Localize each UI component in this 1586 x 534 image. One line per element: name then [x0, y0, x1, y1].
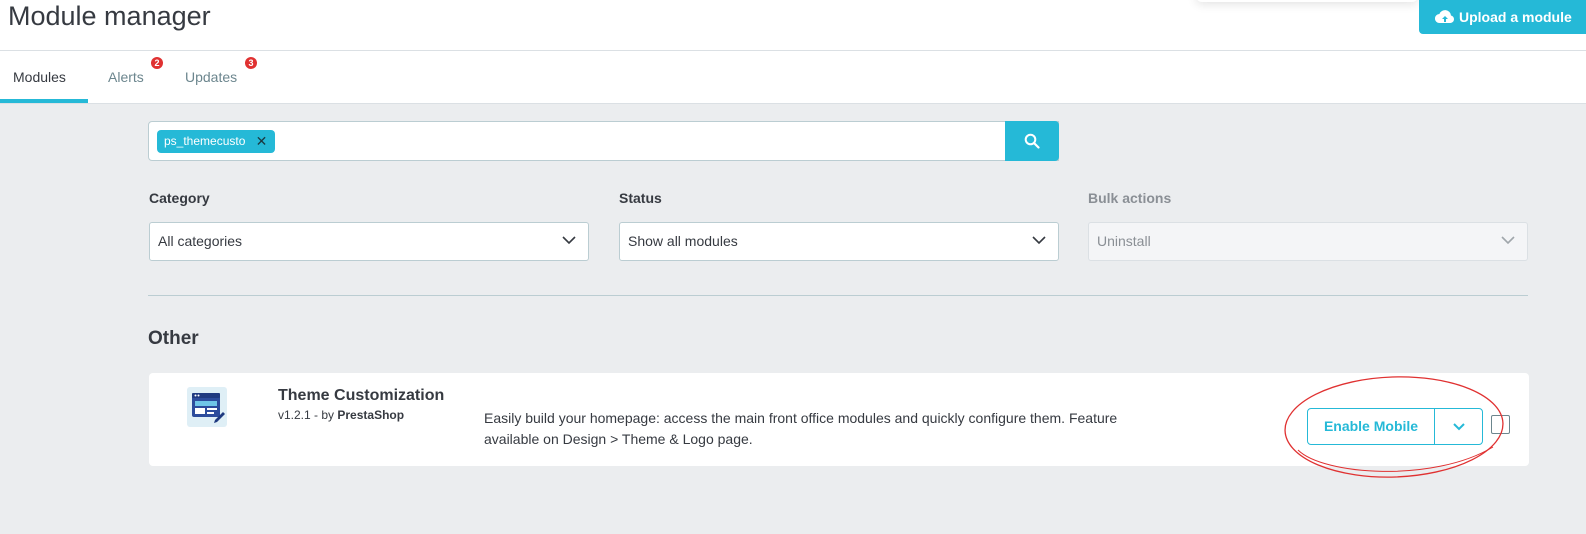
section-title: Other: [148, 328, 199, 349]
module-version-text: v1.2.1 - by: [278, 408, 338, 422]
active-tab-indicator: [0, 99, 88, 103]
header: Module manager Upload a module: [0, 0, 1586, 51]
module-tabs: Modules Alerts 2 Updates 3: [0, 51, 1586, 104]
tab-modules[interactable]: Modules: [13, 51, 66, 104]
enable-mobile-button[interactable]: Enable Mobile: [1307, 408, 1435, 445]
search-tag: ps_themecusto ✕: [157, 130, 276, 153]
bulk-actions-label: Bulk actions: [1088, 190, 1172, 206]
tab-updates[interactable]: Updates: [185, 51, 237, 104]
chevron-down-icon: [1501, 236, 1515, 245]
module-description: Easily build your homepage: access the m…: [484, 410, 1118, 447]
search-button[interactable]: [1005, 121, 1059, 161]
module-version: v1.2.1 - by PrestaShop: [278, 408, 404, 422]
tab-alerts[interactable]: Alerts: [108, 51, 144, 104]
bulk-actions-select: Uninstall: [1088, 222, 1528, 261]
updates-count-badge: 3: [245, 57, 257, 69]
category-select[interactable]: All categories: [149, 222, 589, 261]
module-name: Theme Customization: [278, 387, 445, 404]
status-label: Status: [619, 190, 662, 206]
close-icon[interactable]: ✕: [256, 130, 268, 153]
chevron-down-icon: [562, 236, 576, 245]
module-actions-dropdown[interactable]: [1434, 408, 1483, 445]
cloud-upload-icon: [1435, 10, 1454, 24]
module-select-checkbox[interactable]: [1491, 415, 1510, 434]
status-select[interactable]: Show all modules: [619, 222, 1059, 261]
alerts-count-badge: 2: [151, 57, 163, 69]
category-select-value: All categories: [158, 233, 243, 249]
upload-module-button[interactable]: Upload a module: [1419, 0, 1586, 34]
upload-module-label: Upload a module: [1459, 9, 1572, 25]
category-label: Category: [149, 190, 210, 206]
page-title: Module manager: [8, 1, 211, 31]
module-logo-icon: [187, 387, 227, 427]
module-search-input[interactable]: ps_themecusto ✕: [148, 121, 1059, 161]
bulk-actions-select-value: Uninstall: [1097, 233, 1151, 249]
chevron-down-icon: [1452, 423, 1465, 431]
module-card: Theme Customization v1.2.1 - by PrestaSh…: [149, 373, 1529, 466]
divider: [148, 295, 1528, 296]
header-dropdown-shadow: [1196, 0, 1418, 2]
module-author: PrestaShop: [337, 408, 405, 422]
chevron-down-icon: [1032, 236, 1046, 245]
search-icon: [1024, 133, 1040, 149]
search-tag-label: ps_themecusto: [164, 134, 246, 148]
status-select-value: Show all modules: [628, 233, 738, 249]
